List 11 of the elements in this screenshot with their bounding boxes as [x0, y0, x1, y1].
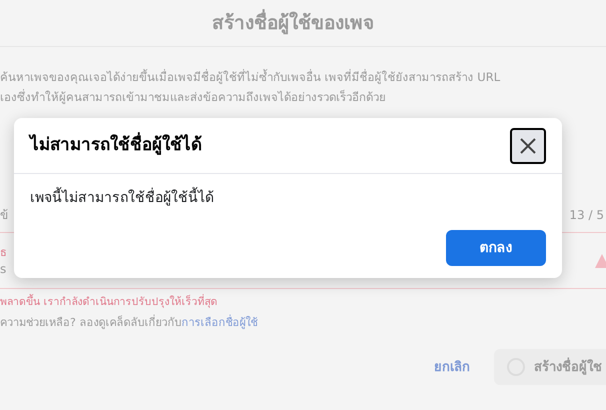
field-label: ข้: [0, 206, 8, 224]
dialog-title: ไม่สามารถใช้ชื่อผู้ใช้ได้: [30, 132, 202, 158]
character-counter: 13 / 5: [569, 206, 604, 224]
error-message: พลาดขึ้น เรากำลังดำเนินการปรับปรุงให้เร็วที่สุด: [0, 295, 218, 310]
description-line: ค้นหาเพจของคุณเจอได้ง่ายขึ้นเมื่อเพจมีชื่อผู้ใช้ที่ไม่ซ้ำกับเพจอื่น เพจที่มีชื่อผู้ใช้ยังสามารถสร้าง URL: [0, 68, 502, 86]
field-error-label: ธ: [0, 244, 7, 260]
field-value: s: [0, 260, 7, 276]
help-text: ความช่วยเหลือ? ลองดูเคล็ดลับเกี่ยวกับการเลือกชื่อผู้ใช้: [0, 314, 258, 331]
description-line: เองซึ่งทำให้ผู้คนสามารถเข้ามาชมและส่งข้อความถึงเพจได้อย่างรวดเร็วอีกด้วย: [0, 88, 387, 106]
dialog-message: เพจนี้ไม่สามารถใช้ชื่อผู้ใช้นี้ได้: [14, 174, 562, 209]
page-title: สร้างชื่อผู้ใช้ของเพจ: [212, 8, 374, 38]
